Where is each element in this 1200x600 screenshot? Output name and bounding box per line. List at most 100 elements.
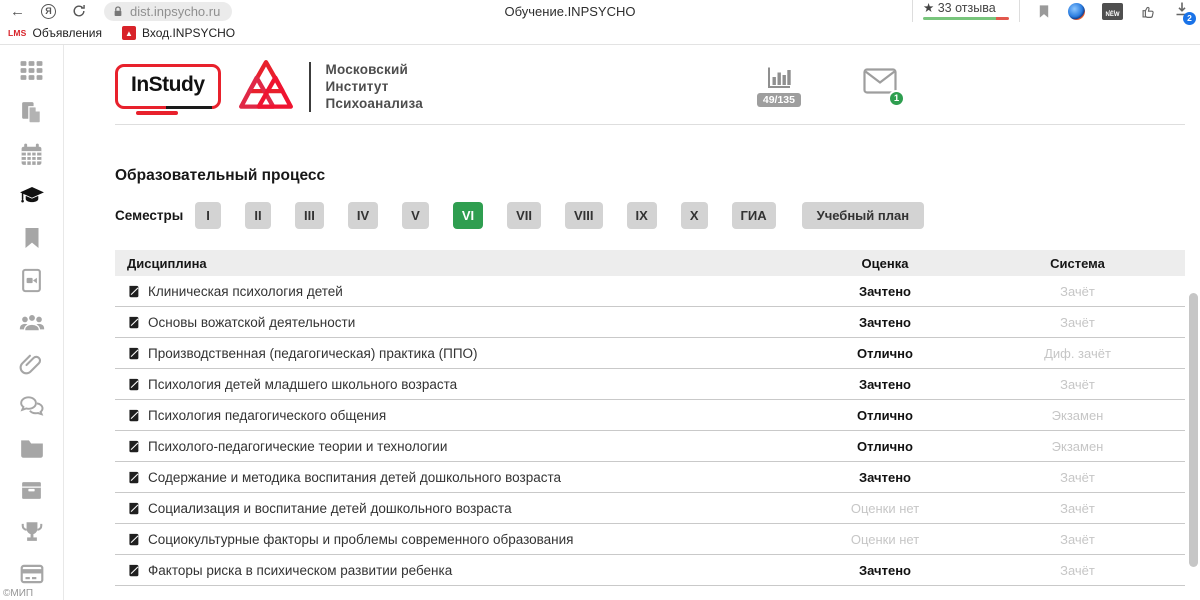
users-icon (19, 309, 45, 336)
book-icon (127, 533, 140, 546)
table-row[interactable]: Психология педагогического общенияОтличн… (115, 400, 1185, 431)
table-row[interactable]: Основы вожатской деятельностиЗачтеноЗачё… (115, 307, 1185, 338)
discipline-name: Основы вожатской деятельности (148, 315, 355, 330)
table-row[interactable]: Клиническая психология детейЗачтеноЗачёт (115, 276, 1185, 307)
semester-button-II[interactable]: II (245, 202, 271, 229)
discipline-name: Психология педагогического общения (148, 408, 386, 423)
table-row[interactable]: Факторы риска в психическом развитии реб… (115, 555, 1185, 586)
mail-button[interactable]: 1 (863, 68, 897, 99)
tab-title: Обучение.INPSYCHO (505, 4, 636, 19)
table-row[interactable]: Социализация и воспитание детей дошкольн… (115, 493, 1185, 524)
semester-button-VIII[interactable]: VIII (565, 202, 603, 229)
sidebar-item-attachments[interactable] (19, 351, 45, 377)
instudy-logo[interactable]: InStudy (115, 64, 221, 109)
lms-logo-icon: LMS (8, 28, 27, 38)
sidebar-item-apps-grid[interactable] (19, 57, 45, 83)
bookmark-flag-icon[interactable] (1037, 4, 1051, 19)
yandex-icon: Я (41, 4, 56, 19)
bookmark-announcements[interactable]: LMS Объявления (8, 26, 102, 40)
scrollbar-thumb[interactable] (1189, 293, 1198, 567)
semester-button-ГИА[interactable]: ГИА (732, 202, 776, 229)
table-row[interactable]: Психолого-педагогические теории и технол… (115, 431, 1185, 462)
refresh-icon (72, 4, 86, 18)
discipline-name: Психология детей младшего школьного возр… (148, 377, 457, 392)
table-row[interactable]: Психология детей младшего школьного возр… (115, 369, 1185, 400)
semester-button-I[interactable]: I (195, 202, 221, 229)
folder-icon (19, 435, 45, 461)
back-button[interactable]: ← (10, 4, 25, 19)
system-cell: Экзамен (970, 439, 1185, 454)
new-extension-icon[interactable]: ▪▪▪NEW (1102, 3, 1123, 20)
refresh-button[interactable] (72, 4, 86, 18)
sidebar-item-payments[interactable] (19, 561, 45, 587)
system-cell: Диф. зачёт (970, 346, 1185, 361)
semester-button-VI[interactable]: VI (453, 202, 483, 229)
sidebar-item-folders[interactable] (19, 435, 45, 461)
semester-button-Учебный план[interactable]: Учебный план (802, 202, 924, 229)
table-row[interactable]: Производственная (педагогическая) практи… (115, 338, 1185, 369)
content-area: InStudy Московский Институт Психоанализа… (64, 45, 1200, 600)
discipline-name: Производственная (педагогическая) практи… (148, 346, 478, 361)
sidebar-item-documents[interactable] (19, 99, 45, 125)
sidebar: ©МИП (0, 45, 64, 600)
book-icon (127, 440, 140, 453)
grade-cell: Отлично (800, 439, 970, 454)
downloads-button[interactable]: 2 (1174, 1, 1190, 22)
extension-icon[interactable] (1068, 3, 1085, 20)
sidebar-item-calendar[interactable] (19, 141, 45, 167)
semester-button-V[interactable]: V (402, 202, 429, 229)
rating-bar (923, 17, 1009, 20)
book-icon (127, 471, 140, 484)
yandex-home-button[interactable]: Я (41, 4, 56, 19)
reviews-rating[interactable]: ★ 33 отзыва (912, 0, 1020, 22)
sidebar-item-bookmarks[interactable] (19, 225, 45, 251)
apps-grid-icon (19, 58, 44, 83)
lock-icon (112, 5, 124, 18)
mail-count-badge: 1 (888, 90, 905, 107)
reaction-hand-icon[interactable] (1140, 3, 1157, 20)
semester-button-X[interactable]: X (681, 202, 708, 229)
discipline-name: Содержание и методика воспитания детей д… (148, 470, 561, 485)
sidebar-item-education[interactable] (19, 183, 45, 209)
discipline-cell: Социокультурные факторы и проблемы совре… (115, 532, 800, 547)
discipline-name: Социокультурные факторы и проблемы совре… (148, 532, 573, 547)
address-bar[interactable]: dist.inpsycho.ru (104, 2, 232, 21)
table-header: Дисциплина Оценка Система (115, 250, 1185, 276)
sidebar-item-messages[interactable] (19, 393, 45, 419)
discipline-name: Социализация и воспитание детей дошкольн… (148, 501, 512, 516)
mip-triangle-logo-icon (235, 58, 297, 116)
sidebar-item-achievements[interactable] (19, 519, 45, 545)
mip-mini-logo-icon: ▲ (122, 26, 136, 40)
discipline-name: Психолого-педагогические теории и технол… (148, 439, 447, 454)
archive-box-icon (19, 478, 44, 503)
discipline-cell: Психология педагогического общения (115, 408, 800, 423)
table-row[interactable]: Содержание и методика воспитания детей д… (115, 462, 1185, 493)
grade-cell: Зачтено (800, 470, 970, 485)
system-cell: Зачёт (970, 563, 1185, 578)
discipline-cell: Основы вожатской деятельности (115, 315, 800, 330)
discipline-cell: Психолого-педагогические теории и технол… (115, 439, 800, 454)
semester-button-III[interactable]: III (295, 202, 324, 229)
table-row[interactable]: Социокультурные факторы и проблемы совре… (115, 524, 1185, 555)
header-divider (309, 62, 311, 112)
semester-button-IX[interactable]: IX (627, 202, 657, 229)
bookmark-login[interactable]: ▲ Вход.INPSYCHO (122, 26, 235, 40)
system-cell: Зачёт (970, 377, 1185, 392)
sidebar-item-archive[interactable] (19, 477, 45, 503)
book-icon (127, 409, 140, 422)
progress-stats-button[interactable]: 49/135 (757, 66, 801, 107)
system-cell: Зачёт (970, 284, 1185, 299)
semester-button-IV[interactable]: IV (348, 202, 378, 229)
book-icon (127, 285, 140, 298)
video-document-icon (19, 268, 44, 293)
semesters-label: Семестры (115, 208, 193, 223)
semester-button-VII[interactable]: VII (507, 202, 541, 229)
bookmarks-bar: LMS Объявления ▲ Вход.INPSYCHO (0, 22, 1200, 45)
sidebar-item-community[interactable] (19, 309, 45, 335)
sidebar-item-video-materials[interactable] (19, 267, 45, 293)
grade-cell: Оценки нет (800, 501, 970, 516)
institute-name: Московский Институт Психоанализа (326, 61, 423, 113)
instudy-logo-stand-shadow (166, 106, 212, 109)
trophy-icon (19, 519, 45, 545)
site-header: InStudy Московский Институт Психоанализа… (115, 45, 1185, 125)
